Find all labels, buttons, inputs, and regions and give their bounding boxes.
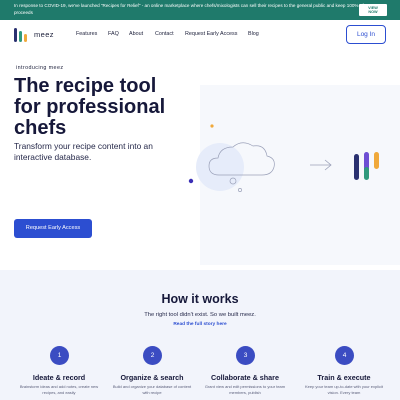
step-title: Organize & search bbox=[120, 373, 184, 382]
banner-text: In response to COVID-19, we've launched … bbox=[14, 3, 364, 15]
step-description: Keep your team up-to-date with your expl… bbox=[304, 384, 384, 396]
login-button[interactable]: Log In bbox=[346, 25, 386, 44]
how-it-works-title: How it works bbox=[161, 292, 239, 306]
nav-link-about[interactable]: About bbox=[129, 31, 143, 37]
step-number: 1 bbox=[50, 346, 69, 365]
how-it-works-subtitle: The right tool didn't exist. So we built… bbox=[144, 312, 256, 318]
meez-logo-icon[interactable] bbox=[14, 28, 28, 42]
nav-link-features[interactable]: Features bbox=[76, 31, 97, 37]
headline-line: The recipe tool bbox=[14, 75, 157, 97]
hero-subtitle: Transform your recipe content into an in… bbox=[14, 141, 153, 162]
headline-line: chefs bbox=[14, 117, 67, 139]
request-early-access-button[interactable]: Request Early Access bbox=[14, 219, 92, 238]
step-number: 2 bbox=[143, 346, 162, 365]
logo-text[interactable]: meez bbox=[34, 30, 54, 39]
decor-dot-orange bbox=[210, 124, 214, 128]
view-now-label-line2: NOW bbox=[368, 10, 378, 15]
step-description: Grant view and edit permissions to your … bbox=[204, 384, 286, 396]
decor-dot-navy bbox=[188, 178, 194, 184]
arrow-right-icon bbox=[310, 159, 332, 171]
hero-headline: The recipe tool for professional chefs bbox=[14, 76, 165, 139]
step-number: 4 bbox=[335, 346, 354, 365]
nav-link-request-access[interactable]: Request Early Access bbox=[185, 31, 237, 37]
top-nav: meez Features FAQ About Contact Request … bbox=[0, 20, 400, 50]
hero-illustration bbox=[188, 124, 379, 192]
nav-link-blog[interactable]: Blog bbox=[248, 31, 259, 37]
step-title: Train & execute bbox=[317, 373, 371, 382]
step-title: Ideate & record bbox=[32, 373, 86, 382]
announcement-banner: In response to COVID-19, we've launched … bbox=[0, 0, 400, 20]
nav-link-faq[interactable]: FAQ bbox=[108, 31, 119, 37]
nav-link-contact[interactable]: Contact bbox=[155, 31, 174, 37]
view-now-button[interactable]: VIEW NOW bbox=[359, 4, 387, 16]
step-title: Collaborate & share bbox=[211, 373, 279, 382]
step-number: 3 bbox=[236, 346, 255, 365]
headline-line: for professional bbox=[14, 96, 166, 118]
step-description: Brainstorm ideas and add notes, create n… bbox=[19, 384, 99, 396]
meez-logo-large-icon bbox=[354, 152, 379, 180]
decor-circle bbox=[196, 143, 244, 191]
full-story-link[interactable]: Read the full story here bbox=[0, 322, 400, 327]
hero-intro: introducing meez bbox=[16, 65, 64, 71]
step-description: Build and organize your database of cont… bbox=[112, 384, 192, 396]
